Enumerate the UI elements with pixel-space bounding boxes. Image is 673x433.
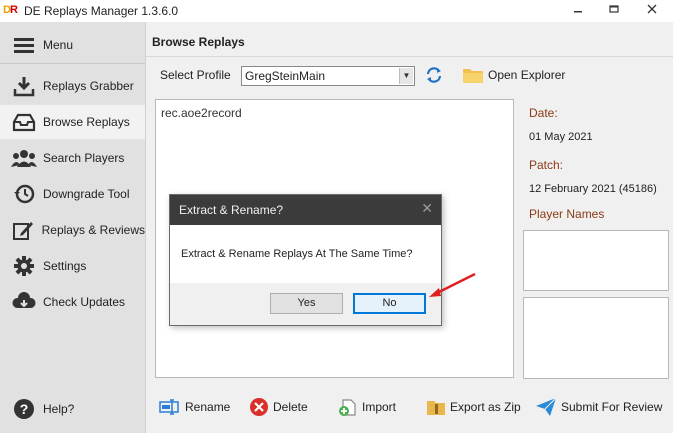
menu-icon (10, 33, 38, 57)
restore-icon[interactable] (604, 3, 624, 19)
sidebar-item-label: Downgrade Tool (43, 187, 130, 201)
date-label: Date: (529, 106, 558, 120)
folder-icon (463, 69, 483, 83)
title-bar: DR DE Replays Manager 1.3.6.0 (0, 0, 673, 22)
sidebar-item-settings[interactable]: Settings (0, 249, 145, 283)
patch-label: Patch: (529, 158, 564, 172)
paper-plane-icon (536, 397, 557, 416)
sidebar-item-help[interactable]: ? Help? (0, 392, 145, 426)
sidebar-divider (0, 63, 145, 64)
export-zip-button[interactable]: Export as Zip (426, 396, 521, 418)
sidebar-item-label: Replays Grabber (43, 79, 134, 93)
chevron-down-icon[interactable]: ▼ (399, 68, 413, 84)
submit-review-label: Submit For Review (561, 400, 663, 414)
gear-icon (10, 254, 38, 278)
rename-icon (159, 399, 179, 415)
rename-label: Rename (185, 400, 231, 414)
patch-value: 12 February 2021 (45186) (529, 183, 657, 195)
sidebar-item-replays-reviews[interactable]: Replays & Reviews (0, 213, 145, 247)
list-item[interactable]: rec.aoe2record (161, 106, 242, 120)
import-icon (339, 399, 356, 416)
player-names-box-2 (523, 297, 669, 379)
player-names-label: Player Names (529, 207, 605, 221)
dialog-message: Extract & Rename Replays At The Same Tim… (181, 248, 413, 260)
dialog-footer: Yes No (170, 283, 441, 325)
svg-text:?: ? (20, 401, 29, 417)
inbox-tray-icon (10, 110, 38, 134)
sidebar-item-check-updates[interactable]: Check Updates (0, 285, 145, 319)
sidebar-item-label: Browse Replays (43, 115, 130, 129)
import-label: Import (362, 400, 397, 414)
app-logo: DR (3, 4, 18, 16)
close-icon[interactable] (642, 3, 662, 19)
delete-button[interactable]: Delete (249, 396, 308, 418)
delete-label: Delete (273, 400, 308, 414)
refresh-button[interactable] (424, 65, 444, 85)
sidebar-item-menu[interactable]: Menu (0, 28, 145, 62)
profile-label: Select Profile (160, 68, 231, 82)
edit-icon (10, 218, 37, 242)
title-divider (146, 56, 673, 57)
help-icon: ? (10, 397, 38, 421)
sidebar-item-label: Help? (43, 402, 75, 416)
sidebar-item-label: Search Players (43, 151, 125, 165)
sidebar-item-label: Settings (43, 259, 87, 273)
dialog-title-bar: Extract & Rename? ✕ (170, 195, 441, 225)
sidebar: Menu Replays Grabber Browse Replays Sear… (0, 22, 145, 433)
open-explorer-label: Open Explorer (488, 68, 566, 82)
sidebar-item-label: Check Updates (43, 295, 126, 309)
refresh-icon (426, 67, 442, 83)
sidebar-item-label: Menu (43, 38, 74, 52)
delete-icon (250, 398, 268, 416)
sidebar-item-downgrade-tool[interactable]: Downgrade Tool (0, 177, 145, 211)
window-title: DE Replays Manager 1.3.6.0 (24, 4, 179, 18)
sidebar-item-browse-replays[interactable]: Browse Replays (0, 105, 145, 139)
rename-button[interactable]: Rename (159, 396, 230, 418)
history-icon (10, 182, 38, 206)
sidebar-item-search-players[interactable]: Search Players (0, 141, 145, 175)
open-explorer-button[interactable]: Open Explorer (462, 65, 565, 85)
no-button[interactable]: No (353, 293, 426, 314)
submit-review-button[interactable]: Submit For Review (535, 396, 662, 418)
profile-select[interactable]: GregSteinMain ▼ (241, 66, 415, 86)
dialog-title: Extract & Rename? (179, 203, 284, 217)
page-title: Browse Replays (152, 35, 245, 49)
download-icon (10, 74, 38, 98)
yes-button[interactable]: Yes (270, 293, 343, 314)
annotation-arrow-icon (429, 272, 476, 297)
users-icon (10, 146, 38, 170)
player-names-box-1 (523, 230, 669, 291)
minimize-icon[interactable] (568, 3, 588, 19)
sidebar-item-replays-grabber[interactable]: Replays Grabber (0, 69, 145, 103)
cloud-download-icon (10, 290, 38, 314)
sidebar-item-label: Replays & Reviews (41, 223, 145, 237)
zip-folder-icon (427, 401, 445, 415)
profile-select-value: GregSteinMain (245, 69, 326, 83)
extract-rename-dialog: Extract & Rename? ✕ Extract & Rename Rep… (169, 194, 442, 326)
import-button[interactable]: Import (338, 396, 396, 418)
export-zip-label: Export as Zip (450, 400, 521, 414)
close-icon[interactable]: ✕ (421, 200, 433, 217)
date-value: 01 May 2021 (529, 131, 593, 143)
